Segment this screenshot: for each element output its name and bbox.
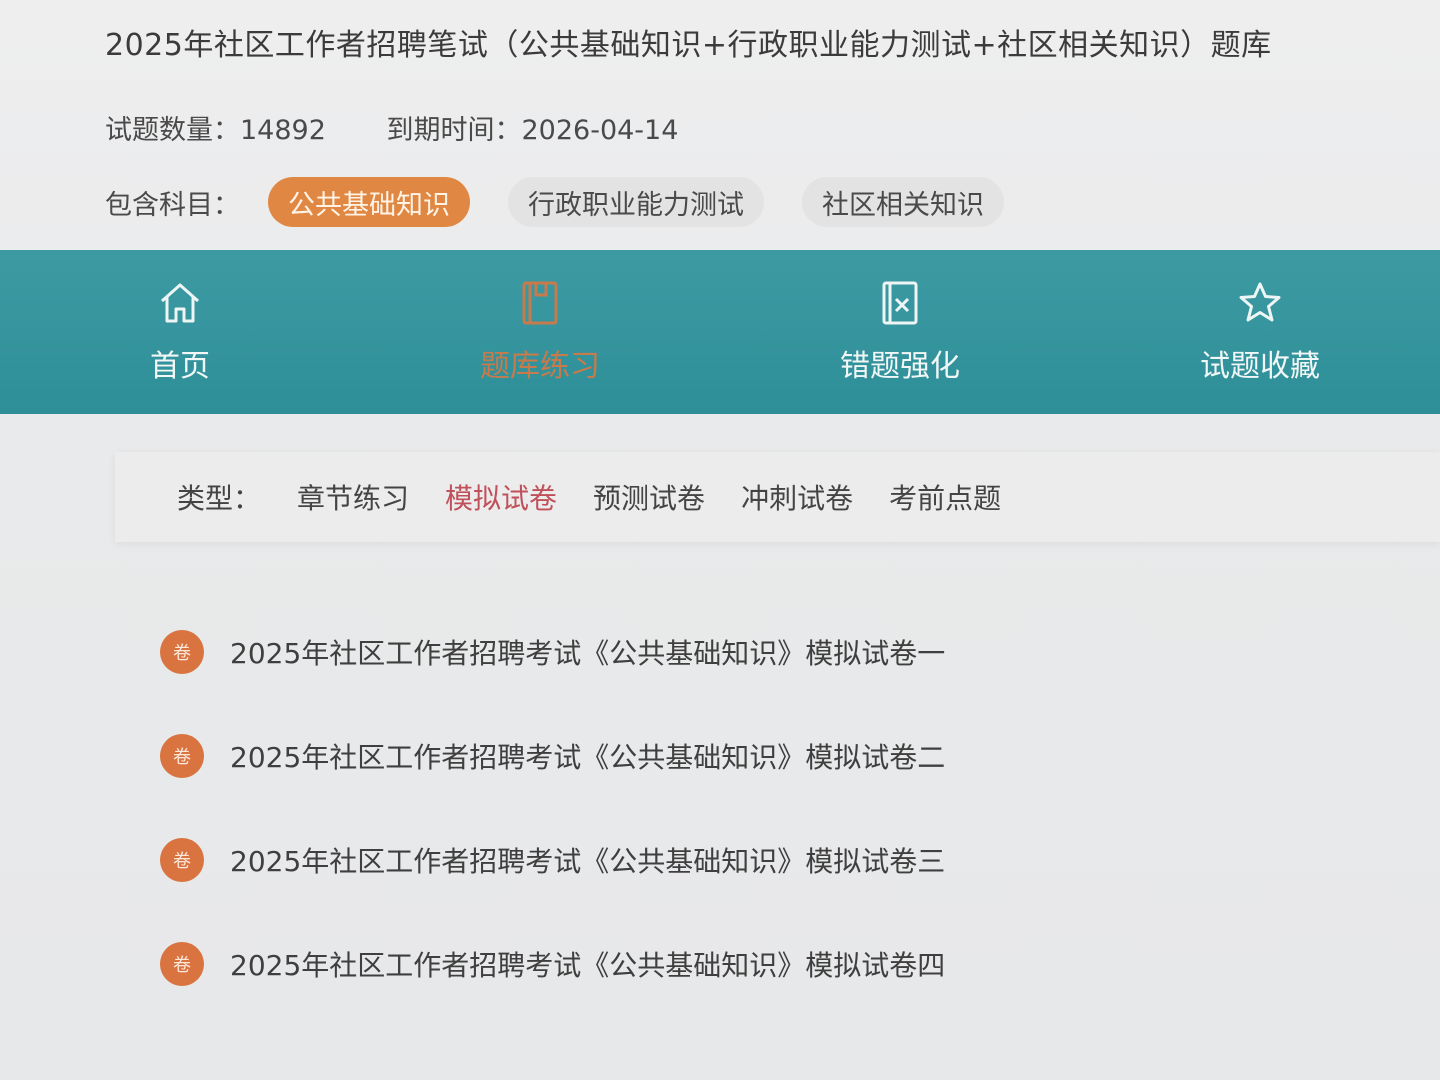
paper-title: 2025年社区工作者招聘考试《公共基础知识》模拟试卷二 xyxy=(230,741,946,774)
subject-chip-community-knowledge[interactable]: 社区相关知识 xyxy=(802,177,1004,227)
tab-mock-papers[interactable]: 模拟试卷 xyxy=(445,477,557,517)
list-item[interactable]: 卷 2025年社区工作者招聘考试《公共基础知识》模拟试卷二 xyxy=(160,704,1260,808)
subjects-label: 包含科目： xyxy=(105,189,240,221)
subject-chip-public-knowledge[interactable]: 公共基础知识 xyxy=(268,177,470,227)
nav-label: 题库练习 xyxy=(480,349,600,384)
main-nav: 首页 题库练习 错题强化 试题收藏 xyxy=(0,250,1440,414)
meta-row: 试题数量：14892 到期时间：2026-04-14 xyxy=(105,108,730,147)
question-count: 试题数量：14892 xyxy=(105,115,326,146)
nav-item-home[interactable]: 首页 xyxy=(0,250,360,414)
list-item[interactable]: 卷 2025年社区工作者招聘考试《公共基础知识》模拟试卷三 xyxy=(160,808,1260,912)
page-title: 2025年社区工作者招聘笔试（公共基础知识+行政职业能力测试+社区相关知识）题库 xyxy=(105,28,1272,63)
wrong-question-icon xyxy=(882,281,918,325)
paper-title: 2025年社区工作者招聘考试《公共基础知识》模拟试卷三 xyxy=(230,845,946,878)
nav-label: 首页 xyxy=(150,349,210,384)
subject-chip-aptitude-test[interactable]: 行政职业能力测试 xyxy=(508,177,764,227)
tab-chapter-practice[interactable]: 章节练习 xyxy=(297,477,409,517)
nav-item-practice[interactable]: 题库练习 xyxy=(360,250,720,414)
subject-row: 包含科目： 公共基础知识 行政职业能力测试 社区相关知识 xyxy=(105,176,1042,228)
paper-badge: 卷 xyxy=(160,942,204,986)
type-label: 类型： xyxy=(177,482,262,515)
tab-pre-exam-points[interactable]: 考前点题 xyxy=(889,477,1001,517)
tab-sprint-papers[interactable]: 冲刺试卷 xyxy=(741,477,853,517)
nav-item-favorites[interactable]: 试题收藏 xyxy=(1080,250,1440,414)
paper-title: 2025年社区工作者招聘考试《公共基础知识》模拟试卷四 xyxy=(230,949,946,982)
book-icon xyxy=(522,281,558,325)
list-item[interactable]: 卷 2025年社区工作者招聘考试《公共基础知识》模拟试卷一 xyxy=(160,600,1260,704)
star-icon xyxy=(1239,282,1281,322)
nav-item-wrong-questions[interactable]: 错题强化 xyxy=(720,250,1080,414)
paper-title: 2025年社区工作者招聘考试《公共基础知识》模拟试卷一 xyxy=(230,637,946,670)
paper-badge: 卷 xyxy=(160,630,204,674)
paper-badge: 卷 xyxy=(160,734,204,778)
nav-label: 试题收藏 xyxy=(1200,349,1320,384)
nav-label: 错题强化 xyxy=(840,349,960,384)
paper-badge: 卷 xyxy=(160,838,204,882)
expiry-date: 到期时间：2026-04-14 xyxy=(386,115,679,146)
paper-list: 卷 2025年社区工作者招聘考试《公共基础知识》模拟试卷一 卷 2025年社区工… xyxy=(160,600,1260,1016)
type-filter-bar: 类型： 章节练习 模拟试卷 预测试卷 冲刺试卷 考前点题 xyxy=(115,452,1440,542)
home-icon xyxy=(161,283,199,323)
tab-predict-papers[interactable]: 预测试卷 xyxy=(593,477,705,517)
list-item[interactable]: 卷 2025年社区工作者招聘考试《公共基础知识》模拟试卷四 xyxy=(160,912,1260,1016)
